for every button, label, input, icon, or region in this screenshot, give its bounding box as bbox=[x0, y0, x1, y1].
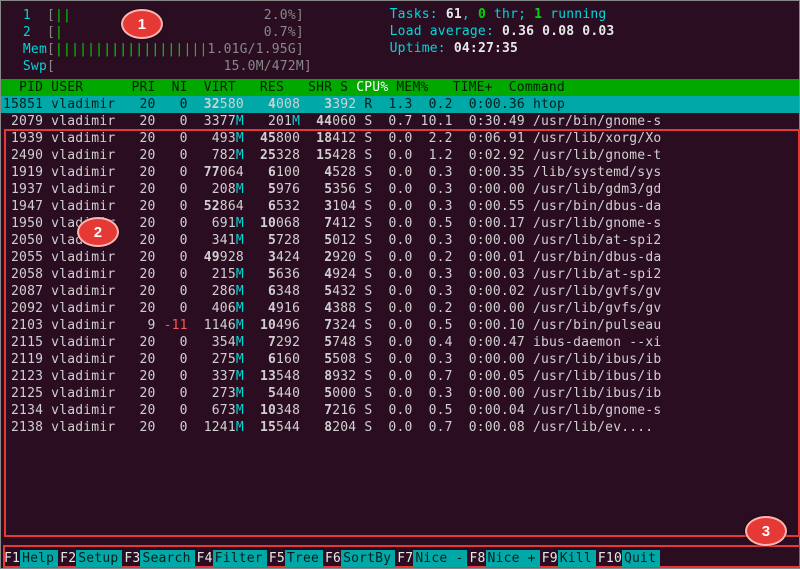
table-row[interactable]: 1947 vladimir 20 0 52864 6532 3104 S 0.0… bbox=[1, 198, 799, 215]
badge-3: 3 bbox=[745, 516, 787, 546]
fn-f3[interactable]: F3Search bbox=[122, 550, 194, 567]
htop-header: 1 [|| 2.0%] 2 [| 0.7%] Mem [||||||||||||… bbox=[1, 1, 799, 79]
swp-label: Swp bbox=[11, 59, 47, 74]
load-line: Load average: 0.36 0.08 0.03 bbox=[390, 24, 789, 41]
fn-f6[interactable]: F6SortBy bbox=[323, 550, 395, 567]
fn-f8[interactable]: F8Nice + bbox=[467, 550, 539, 567]
cpu2-label: 2 bbox=[11, 25, 47, 40]
fn-f4[interactable]: F4Filter bbox=[195, 550, 267, 567]
cpu1-label: 1 bbox=[11, 8, 47, 23]
table-row[interactable]: 2055 vladimir 20 0 49928 3424 2920 S 0.0… bbox=[1, 249, 799, 266]
table-row[interactable]: 2079 vladimir 20 0 3377M 201M 44060 S 0.… bbox=[1, 113, 799, 130]
table-row[interactable]: 1950 vladimir 20 0 691M 10068 7412 S 0.0… bbox=[1, 215, 799, 232]
mem-meter: Mem [|||||||||||||||||||1.01G/1.95G] bbox=[11, 41, 380, 58]
cpu1-meter: 1 [|| 2.0%] bbox=[11, 7, 380, 24]
stats-column: Tasks: 61, 0 thr; 1 running Load average… bbox=[380, 7, 789, 75]
mem-bar: [|||||||||||||||||||1.01G/1.95G] bbox=[47, 42, 380, 57]
table-row[interactable]: 2123 vladimir 20 0 337M 13548 8932 S 0.0… bbox=[1, 368, 799, 385]
table-row[interactable]: 1937 vladimir 20 0 208M 5976 5356 S 0.0 … bbox=[1, 181, 799, 198]
mem-label: Mem bbox=[11, 42, 47, 57]
badge-2: 2 bbox=[77, 217, 119, 247]
table-row[interactable]: 2058 vladimir 20 0 215M 5636 4924 S 0.0 … bbox=[1, 266, 799, 283]
table-row[interactable]: 15851 vladimir 20 0 32580 4008 3392 R 1.… bbox=[1, 96, 799, 113]
table-row[interactable]: 2490 vladimir 20 0 782M 25328 15428 S 0.… bbox=[1, 147, 799, 164]
fn-f5[interactable]: F5Tree bbox=[267, 550, 323, 567]
fn-f9[interactable]: F9Kill bbox=[540, 550, 596, 567]
table-row[interactable]: 2134 vladimir 20 0 673M 10348 7216 S 0.0… bbox=[1, 402, 799, 419]
fn-f2[interactable]: F2Setup bbox=[58, 550, 122, 567]
tasks-line: Tasks: 61, 0 thr; 1 running bbox=[390, 7, 789, 24]
badge-1: 1 bbox=[121, 9, 163, 39]
table-row[interactable]: 1939 vladimir 20 0 493M 45800 18412 S 0.… bbox=[1, 130, 799, 147]
uptime-line: Uptime: 04:27:35 bbox=[390, 41, 789, 58]
table-row[interactable]: 1919 vladimir 20 0 77064 6100 4528 S 0.0… bbox=[1, 164, 799, 181]
table-row[interactable]: 2138 vladimir 20 0 1241M 15544 8204 S 0.… bbox=[1, 419, 799, 436]
swp-meter: Swp [ 15.0M/472M] bbox=[11, 58, 380, 75]
fn-f10[interactable]: F10Quit bbox=[596, 550, 660, 567]
cpu1-bar: [|| 2.0%] bbox=[47, 8, 380, 23]
swp-bar: [ 15.0M/472M] bbox=[47, 59, 380, 74]
table-row[interactable]: 2115 vladimir 20 0 354M 7292 5748 S 0.0 … bbox=[1, 334, 799, 351]
fn-f1[interactable]: F1Help bbox=[2, 550, 58, 567]
fn-f7[interactable]: F7Nice - bbox=[395, 550, 467, 567]
meter-column: 1 [|| 2.0%] 2 [| 0.7%] Mem [||||||||||||… bbox=[11, 7, 380, 75]
table-row[interactable]: 2050 vladimir 20 0 341M 5728 5012 S 0.0 … bbox=[1, 232, 799, 249]
table-row[interactable]: 2092 vladimir 20 0 406M 4916 4388 S 0.0 … bbox=[1, 300, 799, 317]
process-table-body[interactable]: 15851 vladimir 20 0 32580 4008 3392 R 1.… bbox=[1, 96, 799, 436]
table-row[interactable]: 2087 vladimir 20 0 286M 6348 5432 S 0.0 … bbox=[1, 283, 799, 300]
table-row[interactable]: 2125 vladimir 20 0 273M 5440 5000 S 0.0 … bbox=[1, 385, 799, 402]
table-row[interactable]: 2119 vladimir 20 0 275M 6160 5508 S 0.0 … bbox=[1, 351, 799, 368]
cpu2-meter: 2 [| 0.7%] bbox=[11, 24, 380, 41]
table-row[interactable]: 2103 vladimir 9 -11 1146M 10496 7324 S 0… bbox=[1, 317, 799, 334]
process-table-header[interactable]: PID USER PRI NI VIRT RES SHR S CPU% MEM%… bbox=[1, 79, 799, 96]
cpu2-bar: [| 0.7%] bbox=[47, 25, 380, 40]
function-key-bar[interactable]: F1Help F2Setup F3SearchF4FilterF5Tree F6… bbox=[2, 550, 798, 567]
